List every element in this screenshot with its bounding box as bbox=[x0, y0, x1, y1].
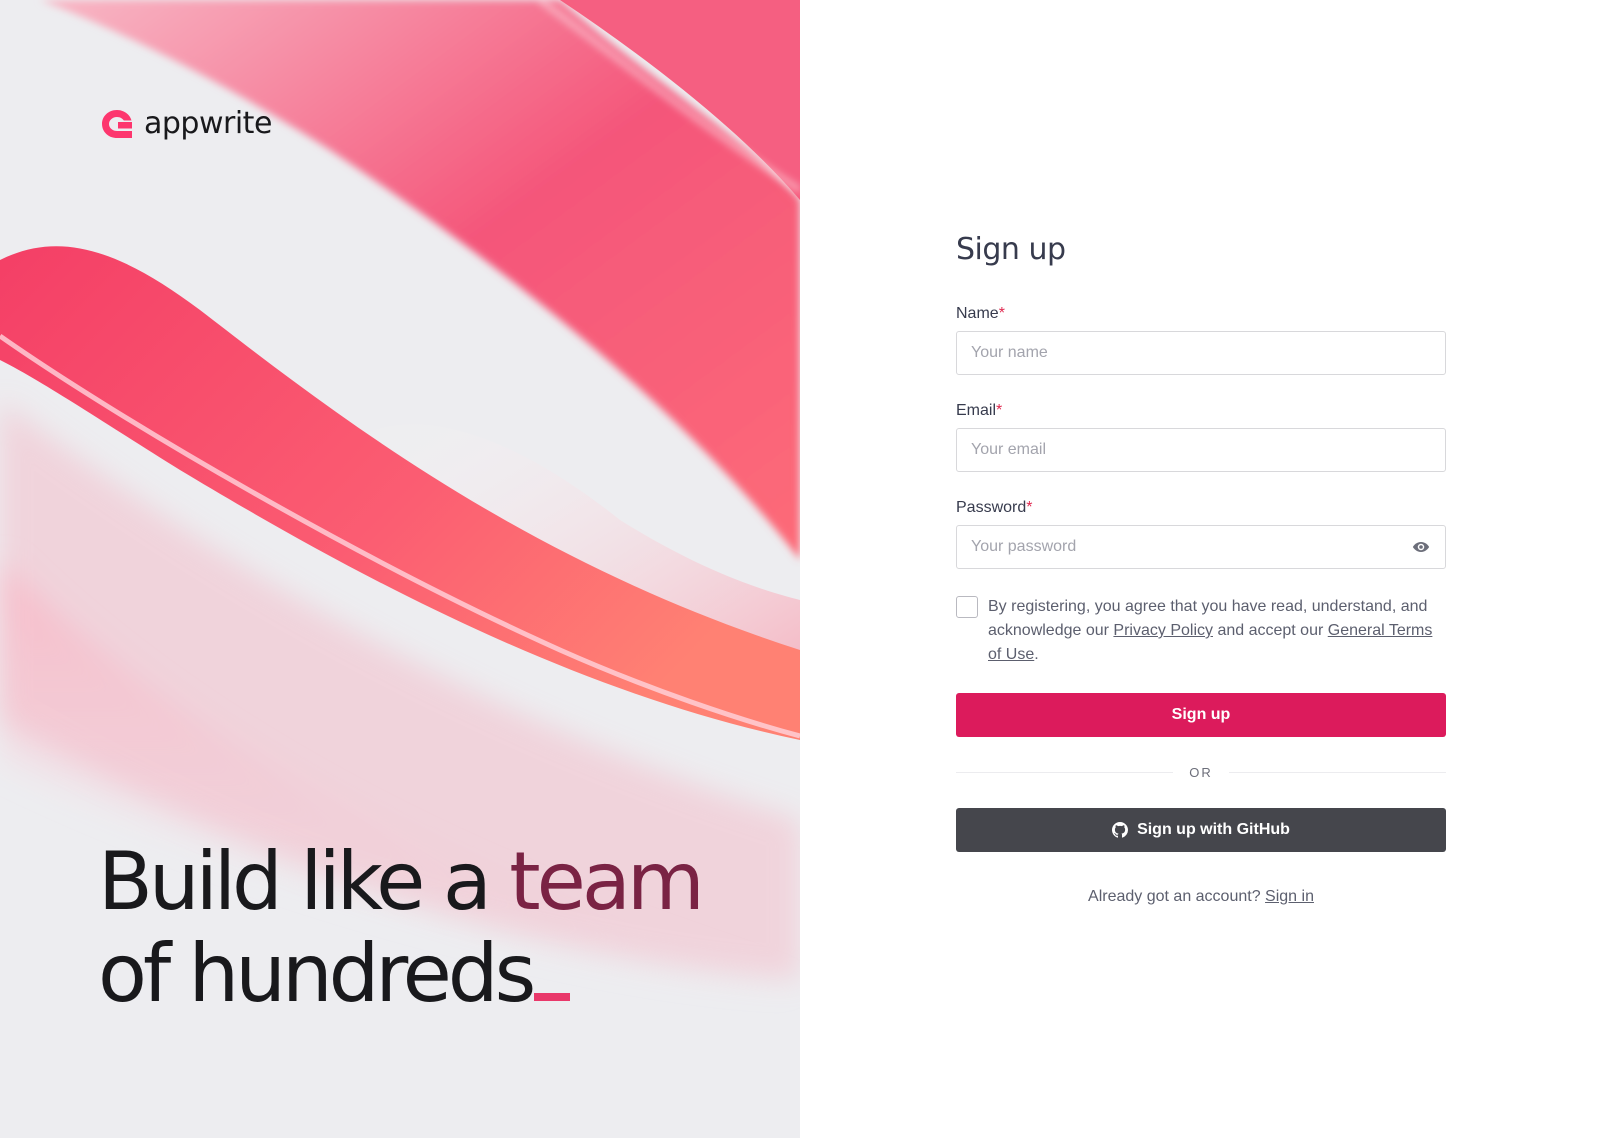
name-label: Name* bbox=[956, 304, 1446, 324]
terms-suffix: . bbox=[1034, 646, 1039, 663]
terms-agreement: By registering, you agree that you have … bbox=[956, 595, 1446, 667]
brand-name: appwrite bbox=[144, 106, 272, 141]
privacy-policy-link[interactable]: Privacy Policy bbox=[1113, 622, 1213, 639]
terms-text: By registering, you agree that you have … bbox=[988, 595, 1446, 667]
github-signup-button[interactable]: Sign up with GitHub bbox=[956, 808, 1446, 852]
form-title: Sign up bbox=[956, 232, 1066, 267]
tagline-accent: team bbox=[509, 835, 705, 928]
name-label-text: Name bbox=[956, 305, 999, 322]
name-input[interactable] bbox=[956, 331, 1446, 375]
password-label-text: Password bbox=[956, 499, 1027, 516]
password-field-group: Password* bbox=[956, 498, 1446, 569]
email-input[interactable] bbox=[956, 428, 1446, 472]
divider-text: OR bbox=[1189, 765, 1213, 780]
github-icon bbox=[1112, 822, 1129, 838]
hero-tagline: Build like a team of hundreds bbox=[98, 835, 705, 1020]
terms-checkbox[interactable] bbox=[956, 596, 978, 618]
or-divider: OR bbox=[956, 765, 1446, 780]
password-input-wrap bbox=[956, 525, 1446, 569]
tagline-part1: Build like a bbox=[98, 835, 510, 928]
signin-prompt-text: Already got an account? bbox=[1088, 888, 1266, 905]
tagline-part2: of hundreds bbox=[98, 927, 536, 1020]
signup-form: Sign up Name* Email* Password* bbox=[956, 230, 1446, 906]
form-panel: Sign up Name* Email* Password* bbox=[800, 0, 1600, 1138]
eye-icon[interactable] bbox=[1412, 538, 1430, 556]
email-field-group: Email* bbox=[956, 401, 1446, 472]
hero-panel: appwrite Build like a team of hundreds bbox=[0, 0, 800, 1138]
tagline-cursor bbox=[534, 993, 571, 1001]
brand-logo[interactable]: appwrite bbox=[100, 108, 272, 140]
name-field-group: Name* bbox=[956, 304, 1446, 375]
password-label: Password* bbox=[956, 498, 1446, 518]
signin-link[interactable]: Sign in bbox=[1265, 888, 1314, 905]
github-button-label: Sign up with GitHub bbox=[1137, 821, 1290, 838]
signin-prompt: Already got an account? Sign in bbox=[956, 888, 1446, 906]
divider-line-right bbox=[1228, 772, 1446, 773]
required-marker: * bbox=[1026, 499, 1033, 516]
terms-middle: and accept our bbox=[1213, 622, 1328, 639]
appwrite-logo-icon bbox=[102, 110, 132, 138]
password-input[interactable] bbox=[956, 525, 1446, 569]
divider-line-left bbox=[956, 772, 1174, 773]
email-label: Email* bbox=[956, 401, 1446, 421]
email-label-text: Email bbox=[956, 402, 997, 419]
signup-page: appwrite Build like a team of hundreds S… bbox=[0, 0, 1600, 1138]
signup-button[interactable]: Sign up bbox=[956, 693, 1446, 737]
required-marker: * bbox=[998, 305, 1005, 322]
required-marker: * bbox=[996, 402, 1003, 419]
